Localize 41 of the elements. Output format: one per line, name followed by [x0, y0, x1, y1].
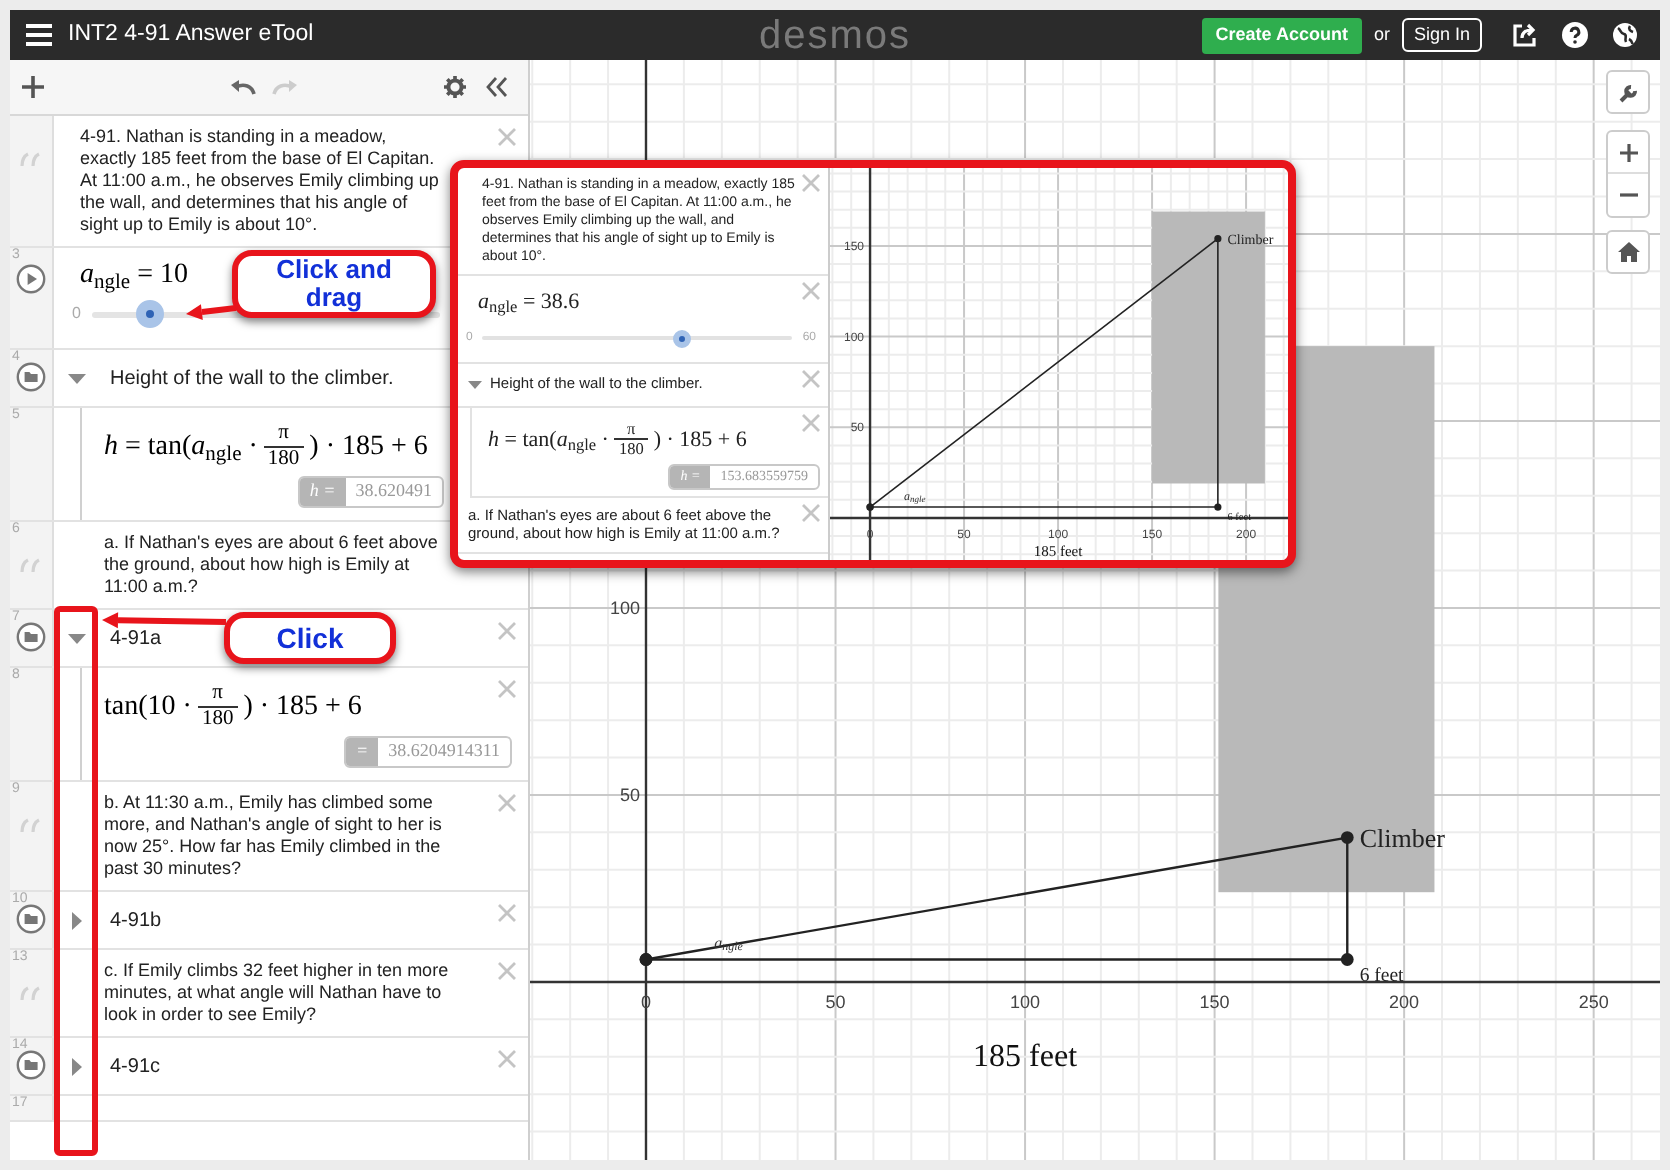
callout-bubble: Click	[224, 612, 396, 664]
tick-label: 100	[1010, 991, 1041, 1012]
note-text: b. At 11:30 a.m., Emily has climbed some more, and Nathan's angle of sight to her is now 25°. How far has Emily climbed in the past 30 minutes?	[104, 792, 444, 880]
math-expression: h = tan(a$_{ngle}$ ·	[104, 430, 258, 468]
math-expression: ) · 185 + 6	[653, 425, 747, 455]
slider-min-label: 0	[72, 302, 81, 326]
slider-label: a$_{ngle}$ = 10	[80, 260, 188, 292]
math-expression: tan(10 ·	[104, 690, 192, 726]
result-label: h =	[299, 478, 346, 505]
tick-label: 50	[825, 991, 846, 1012]
math-expression: h = tan(a$_{ngle}$ ·	[488, 425, 609, 456]
fraction-numerator: π	[210, 684, 225, 705]
result-value: 38.620491	[353, 478, 434, 504]
document-title: INT2 4-91 Answer eTool	[68, 19, 314, 50]
fraction-numerator: π	[625, 421, 638, 438]
tick-label: 100	[609, 598, 640, 619]
fraction-denominator: 180	[614, 437, 648, 458]
or-label: or	[1373, 21, 1390, 48]
note-text: 4-91. Nathan is standing in a meadow, exactly 185 feet from the base of El Capitan. At 11:00 a.m., he observes Emily climbing up the wall, and determines that his angle of sight up to Emily is about 10°.	[80, 126, 440, 236]
tick-label: 200	[1389, 991, 1420, 1012]
math-expression: ) · 185 + 6	[309, 430, 428, 466]
callout-bubble: Click and drag	[232, 250, 436, 318]
math-expression: ) · 185 + 6	[243, 690, 362, 726]
result-value: 38.6204914311	[386, 738, 502, 764]
logo: desmos	[758, 15, 912, 55]
note-text: a. If Nathan's eyes are about 6 feet above the ground, about how high is Emily at 11:00 a.m.?	[104, 532, 440, 598]
folder-title: 4-91a	[110, 625, 162, 653]
tick-label: 50	[619, 785, 640, 806]
graph-label: Climber	[1359, 822, 1445, 853]
fraction-denominator: 180	[263, 445, 304, 470]
note-text: c. If Emily climbs 32 feet higher in ten more minutes, at what angle will Nathan have to look in order to see Emily?	[104, 960, 451, 1026]
slider-label: a$_{ngle}$ = 38.6	[478, 288, 582, 319]
tick-label: 250	[1578, 991, 1609, 1012]
result-label: =	[346, 738, 379, 765]
tick-label: 150	[1199, 991, 1230, 1012]
fraction-denominator: 180	[197, 705, 238, 730]
folder-title: Height of the wall to the climber.	[110, 365, 394, 393]
axis-title: 185 feet	[973, 1039, 1078, 1074]
fraction-numerator: π	[276, 424, 291, 445]
folder-title: 4-91b	[110, 907, 162, 935]
folder-title: 4-91c	[110, 1053, 161, 1081]
